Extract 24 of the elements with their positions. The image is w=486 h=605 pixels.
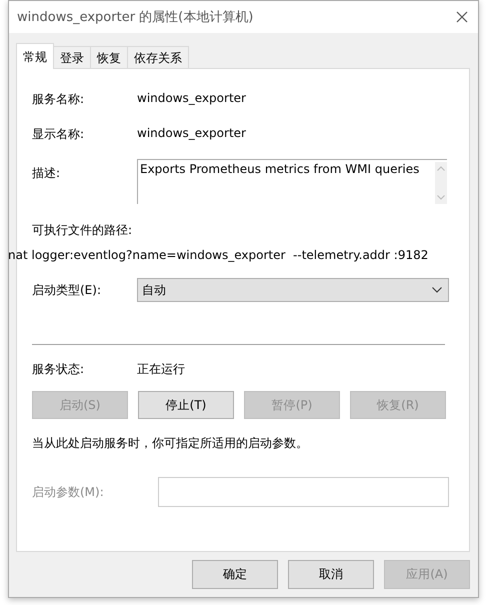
close-icon[interactable] [456, 11, 468, 23]
startup-type-dropdown[interactable]: 自动 [137, 278, 449, 302]
field-label: 服务名称: [32, 91, 86, 108]
field-value: windows_exporter [137, 91, 246, 105]
tab[interactable]: 常规 [16, 43, 54, 69]
field-label: 描述: [32, 165, 62, 182]
field-value: 正在运行 [137, 361, 185, 378]
input-field[interactable] [158, 477, 449, 507]
field-label: 启动参数(M): [32, 484, 105, 500]
dialog-button[interactable]: 取消 [288, 560, 374, 589]
hint-text: 当从此处启动服务时，你可指定所适用的启动参数。 [32, 435, 309, 452]
tab[interactable]: 依存关系 [127, 46, 189, 68]
field-label: 服务状态: [32, 361, 86, 378]
description-field[interactable]: Exports Prometheus metrics from WMI queries [137, 159, 447, 204]
field-label: 显示名称: [32, 126, 86, 143]
chevron-down-icon [432, 287, 442, 293]
field-value: windows_exporter [137, 126, 246, 140]
path-text: nat logger:eventlog?name=windows_exporter --telemetry.addr :9182 [8, 248, 430, 262]
field-label: 可执行文件的路径: [32, 223, 132, 237]
window-title: windows_exporter 的属性(本地计算机) [17, 9, 254, 26]
dialog-button[interactable]: 确定 [192, 560, 278, 589]
service-button[interactable]: 停止(T) [138, 391, 234, 419]
field-label: 启动类型(E): [32, 282, 102, 298]
scroll-bar[interactable] [435, 162, 447, 204]
